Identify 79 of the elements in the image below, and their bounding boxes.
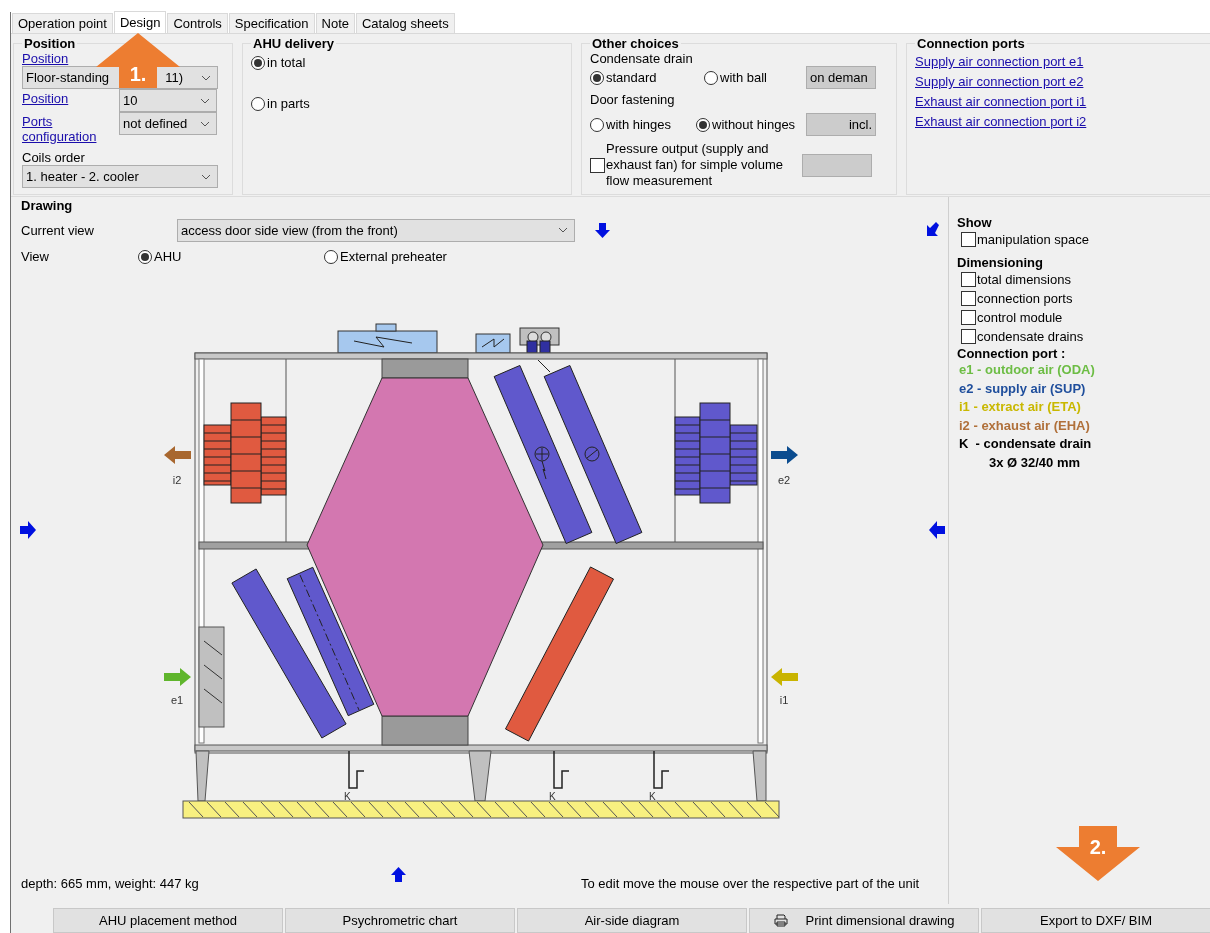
- port-link[interactable]: Supply air connection port e2: [915, 74, 1084, 89]
- radio-option[interactable]: in parts: [251, 97, 310, 111]
- option-select[interactable]: 10: [119, 89, 217, 112]
- option-button[interactable]: on deman: [806, 66, 876, 89]
- coils-order-select[interactable]: 1. heater - 2. cooler: [22, 165, 218, 188]
- tab[interactable]: Catalog sheets: [356, 13, 455, 33]
- diagonal-arrow-icon[interactable]: [925, 222, 940, 238]
- port-label: e1: [170, 694, 184, 706]
- nav-right-arrow-icon[interactable]: [20, 521, 36, 539]
- caret-icon: [200, 97, 210, 104]
- section-title: Show: [957, 215, 993, 230]
- dimensions-text: depth: 665 mm, weight: 447 kg: [21, 876, 200, 891]
- view-select[interactable]: access door side view (from the front): [177, 218, 575, 242]
- drain-label: K: [549, 791, 556, 802]
- checkbox-option[interactable]: condensate drains: [957, 327, 1210, 346]
- action-button[interactable]: Print dimensional drawing: [749, 908, 979, 933]
- port-label: i1: [779, 694, 789, 706]
- legend-entry: e2 - supply air (SUP): [958, 379, 1087, 398]
- action-button[interactable]: Psychrometric chart: [285, 908, 515, 933]
- port-label: e2: [777, 474, 791, 486]
- checkbox-option[interactable]: Pressure output (supply and exhaust fan) for simple volume flow measurement: [590, 141, 798, 189]
- port-link[interactable]: Exhaust air connection port i1: [915, 94, 1087, 109]
- radio-option[interactable]: in total: [251, 56, 306, 70]
- field-label: Condensate drain: [590, 51, 694, 66]
- checkbox-option[interactable]: manipulation space: [957, 230, 1210, 249]
- checkbox-option[interactable]: total dimensions: [957, 270, 1210, 289]
- legend-entry: e1 - outdoor air (ODA): [958, 361, 1096, 379]
- field-label: Current view: [21, 222, 95, 238]
- tab[interactable]: Design: [113, 11, 167, 33]
- legend-note: 3x Ø 32/40 mm: [988, 453, 1082, 472]
- radio-option[interactable]: AHU: [138, 249, 182, 264]
- field-label: Coils order: [22, 150, 86, 165]
- drain-label: K: [344, 791, 351, 802]
- field-label: View: [21, 248, 50, 264]
- hint-text: To edit move the mouse over the respective part of the unit: [581, 876, 921, 891]
- radio-option[interactable]: with ball: [704, 71, 767, 85]
- printer-icon: [773, 914, 788, 927]
- field-link[interactable]: Position: [22, 91, 118, 106]
- down-arrow-icon[interactable]: [595, 222, 610, 238]
- group-title: Connection ports: [916, 36, 1026, 51]
- checkbox-option[interactable]: control module: [957, 308, 1210, 327]
- action-button[interactable]: Air-side diagram: [517, 908, 747, 933]
- option-select[interactable]: not defined: [119, 112, 217, 135]
- select-value-tail: 11): [165, 70, 183, 85]
- group-title: Other choices: [591, 36, 680, 51]
- port-label: i2: [172, 474, 182, 486]
- radio-option[interactable]: External preheater: [324, 249, 447, 264]
- action-button[interactable]: Export to DXF/ BIM: [981, 908, 1210, 933]
- caret-icon: [200, 120, 210, 127]
- group-title: Position: [23, 36, 77, 51]
- group-title: AHU delivery: [252, 36, 335, 51]
- radio-option[interactable]: without hinges: [696, 117, 796, 132]
- section-title: Drawing: [20, 197, 74, 213]
- drain-label: K: [649, 791, 656, 802]
- tab[interactable]: Specification: [228, 13, 315, 33]
- caret-icon: [201, 74, 211, 81]
- tab[interactable]: Operation point: [12, 13, 113, 33]
- radio-option[interactable]: with hinges: [590, 117, 672, 132]
- legend-entry: i1 - extract air (ETA): [958, 398, 1082, 416]
- section-title: Dimensioning: [957, 255, 1044, 270]
- step-callout: 2.: [1056, 826, 1140, 881]
- section-title: Connection port :: [957, 346, 1067, 361]
- legend-entry: K - condensate drain: [958, 435, 1093, 453]
- checkbox-option[interactable]: connection ports: [957, 289, 1210, 308]
- caret-icon: [558, 227, 568, 233]
- radio-option[interactable]: standard: [590, 71, 657, 85]
- caret-icon: [201, 173, 211, 180]
- nav-left-arrow-icon[interactable]: [929, 521, 945, 539]
- up-arrow-icon[interactable]: [391, 867, 406, 883]
- legend-entry: i2 - exhaust air (EHA): [958, 416, 1091, 435]
- port-link[interactable]: Supply air connection port e1: [915, 54, 1084, 69]
- option-button[interactable]: incl.: [806, 112, 876, 136]
- action-button[interactable]: AHU placement method: [53, 908, 283, 933]
- position-link[interactable]: Position: [22, 51, 69, 66]
- tab[interactable]: Controls: [167, 13, 228, 33]
- field-link[interactable]: Ports configuration: [22, 114, 118, 144]
- port-link[interactable]: Exhaust air connection port i2: [915, 114, 1087, 129]
- field-label: Door fastening: [590, 92, 676, 107]
- tab[interactable]: Note: [315, 13, 355, 33]
